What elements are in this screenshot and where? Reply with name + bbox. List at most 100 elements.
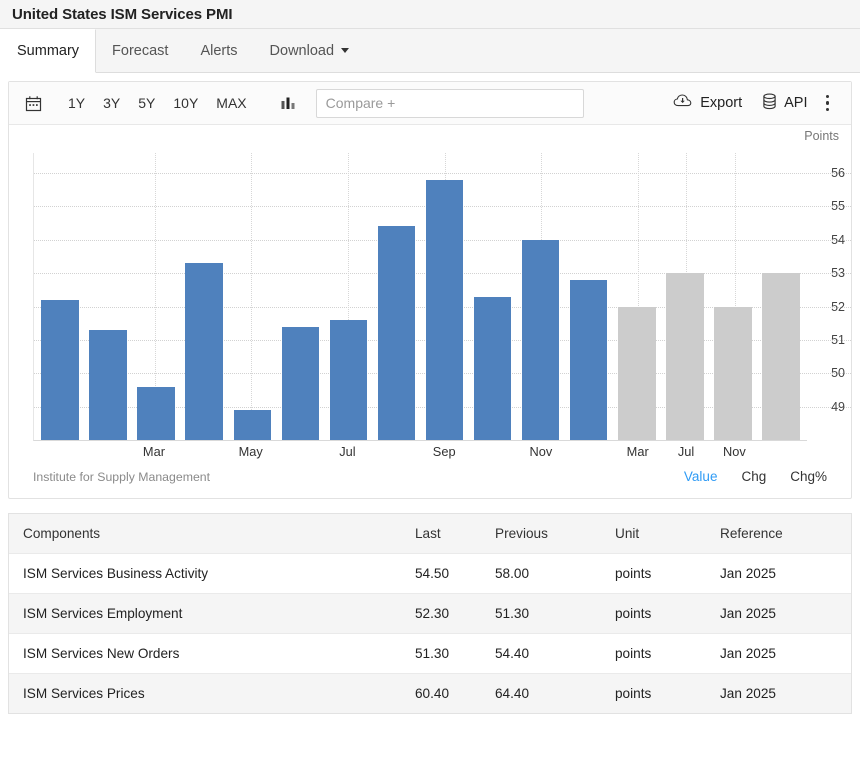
cell-previous: 51.30 xyxy=(489,594,609,634)
column-header-previous[interactable]: Previous xyxy=(489,514,609,554)
legend-toggle-value[interactable]: Value xyxy=(684,469,718,484)
cell-unit: points xyxy=(609,634,714,674)
plot-canvas: 4950515253545556 xyxy=(33,153,807,441)
table-row[interactable]: ISM Services Business Activity54.5058.00… xyxy=(9,554,851,594)
y-axis-tick: 56 xyxy=(831,166,845,180)
column-header-components[interactable]: Components xyxy=(9,514,409,554)
components-table-card: ComponentsLastPreviousUnitReference ISM … xyxy=(8,513,852,714)
column-header-reference[interactable]: Reference xyxy=(714,514,851,554)
chart-bar-actual-aug-7[interactable] xyxy=(378,226,415,440)
y-axis-tick: 52 xyxy=(831,300,845,314)
cell-last: 52.30 xyxy=(409,594,489,634)
chart-bar-actual-mar-2[interactable] xyxy=(137,387,174,440)
compare-input[interactable] xyxy=(316,89,584,118)
y-axis-tick: 53 xyxy=(831,266,845,280)
bar-slot xyxy=(613,153,661,440)
kebab-menu-icon[interactable] xyxy=(818,95,842,112)
legend-toggle-chg[interactable]: Chg xyxy=(741,469,766,484)
bar-slot xyxy=(372,153,420,440)
cell-unit: points xyxy=(609,674,714,714)
x-axis-tick: Nov xyxy=(530,444,553,459)
x-axis-tick: Sep xyxy=(433,444,456,459)
bar-slot xyxy=(276,153,324,440)
legend-toggle-chg-pct[interactable]: Chg% xyxy=(790,469,827,484)
chart-bar-actual-may-4[interactable] xyxy=(234,410,271,440)
bar-slot xyxy=(180,153,228,440)
cell-name: ISM Services New Orders xyxy=(9,634,409,674)
x-axis-tick: May xyxy=(239,444,263,459)
chart-bar-actual-oct-9[interactable] xyxy=(474,297,511,441)
tab-summary[interactable]: Summary xyxy=(0,29,96,73)
chart-bar-actual-nov-10[interactable] xyxy=(522,240,559,440)
tab-label: Alerts xyxy=(200,43,237,59)
table-body: ISM Services Business Activity54.5058.00… xyxy=(9,554,851,714)
table-row[interactable]: ISM Services Employment52.3051.30pointsJ… xyxy=(9,594,851,634)
range-button-5y[interactable]: 5Y xyxy=(129,91,164,115)
tab-bar: Summary Forecast Alerts Download xyxy=(0,29,860,73)
tab-alerts[interactable]: Alerts xyxy=(184,29,253,72)
table-header-row: ComponentsLastPreviousUnitReference xyxy=(9,514,851,554)
table-row[interactable]: ISM Services New Orders51.3054.40pointsJ… xyxy=(9,634,851,674)
cell-reference: Jan 2025 xyxy=(714,634,851,674)
bar-slot xyxy=(757,153,805,440)
chart-toolbar: 1Y3Y5Y10YMAX Export xyxy=(9,82,851,125)
chart-bar-forecast-mar-12[interactable] xyxy=(618,307,655,440)
cell-reference: Jan 2025 xyxy=(714,554,851,594)
cell-reference: Jan 2025 xyxy=(714,594,851,634)
page-title: United States ISM Services PMI xyxy=(12,6,232,23)
chart-bar-actual-jun-5[interactable] xyxy=(282,327,319,440)
range-button-1y[interactable]: 1Y xyxy=(59,91,94,115)
chart-bar-actual-jan-0[interactable] xyxy=(41,300,78,440)
column-header-unit[interactable]: Unit xyxy=(609,514,714,554)
column-header-last[interactable]: Last xyxy=(409,514,489,554)
chart-bar-forecast-nov-14[interactable] xyxy=(714,307,751,440)
bar-chart-icon[interactable] xyxy=(274,89,302,117)
chart-bar-actual-jul-6[interactable] xyxy=(330,320,367,440)
y-axis-tick: 51 xyxy=(831,333,845,347)
components-table: ComponentsLastPreviousUnitReference ISM … xyxy=(9,514,851,713)
chart-bar-actual-feb-1[interactable] xyxy=(89,330,126,440)
chart-footer: Institute for Supply Management ValueChg… xyxy=(9,463,851,498)
range-button-10y[interactable]: 10Y xyxy=(164,91,207,115)
bar-slot xyxy=(84,153,132,440)
bar-slot xyxy=(661,153,709,440)
y-axis-tick: 49 xyxy=(831,400,845,414)
cell-name: ISM Services Employment xyxy=(9,594,409,634)
range-button-3y[interactable]: 3Y xyxy=(94,91,129,115)
table-row[interactable]: ISM Services Prices60.4064.40pointsJan 2… xyxy=(9,674,851,714)
tab-label: Download xyxy=(270,43,335,59)
chart-bar-forecast-mar-15[interactable] xyxy=(762,273,799,440)
calendar-icon[interactable] xyxy=(19,89,47,117)
chart-bar-actual-sep-8[interactable] xyxy=(426,180,463,440)
tab-label: Forecast xyxy=(112,43,168,59)
tab-download[interactable]: Download xyxy=(254,29,366,72)
chart-bar-forecast-jul-13[interactable] xyxy=(666,273,703,440)
cloud-download-icon xyxy=(673,93,693,113)
units-label: Points xyxy=(804,129,839,143)
table-header: ComponentsLastPreviousUnitReference xyxy=(9,514,851,554)
cell-unit: points xyxy=(609,554,714,594)
cell-unit: points xyxy=(609,594,714,634)
api-label: API xyxy=(784,95,807,111)
bar-slot xyxy=(709,153,757,440)
api-button[interactable]: API xyxy=(752,93,817,114)
x-axis-tick: Mar xyxy=(143,444,165,459)
legend-toggles: Value Chg Chg% xyxy=(684,469,837,484)
tab-forecast[interactable]: Forecast xyxy=(96,29,184,72)
x-axis-tick: Jul xyxy=(339,444,355,459)
cell-last: 51.30 xyxy=(409,634,489,674)
bar-slot xyxy=(421,153,469,440)
x-axis-tick: Nov xyxy=(723,444,746,459)
bar-slot xyxy=(324,153,372,440)
cell-previous: 64.40 xyxy=(489,674,609,714)
bar-slot xyxy=(36,153,84,440)
page-header: United States ISM Services PMI xyxy=(0,0,860,29)
chart-bar-actual-dec-11[interactable] xyxy=(570,280,607,440)
x-axis-tick: Jul xyxy=(678,444,694,459)
cell-name: ISM Services Business Activity xyxy=(9,554,409,594)
range-button-max[interactable]: MAX xyxy=(207,91,255,115)
chart-bar-actual-apr-3[interactable] xyxy=(185,263,222,440)
cell-reference: Jan 2025 xyxy=(714,674,851,714)
export-button[interactable]: Export xyxy=(663,93,752,113)
y-axis-tick: 54 xyxy=(831,233,845,247)
